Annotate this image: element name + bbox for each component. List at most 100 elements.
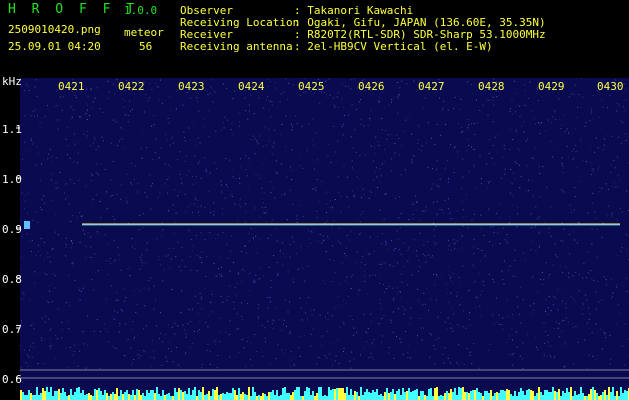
noise-pixel (394, 198, 396, 199)
noise-pixel (403, 130, 404, 132)
histogram-bar (110, 394, 112, 400)
noise-pixel (537, 291, 539, 293)
noise-pixel (131, 364, 133, 366)
noise-pixel (545, 262, 547, 264)
histogram-bar (46, 387, 48, 400)
noise-pixel (220, 296, 222, 298)
noise-pixel (397, 308, 399, 310)
noise-pixel (41, 163, 42, 165)
histogram-bar (534, 396, 536, 400)
noise-pixel (398, 291, 400, 293)
histogram-bar (28, 390, 30, 400)
histogram-bar (574, 391, 576, 400)
histogram-bar (438, 396, 440, 400)
noise-pixel (525, 140, 527, 142)
noise-pixel (332, 365, 333, 367)
noise-pixel (192, 175, 194, 177)
histogram-bar (624, 390, 626, 400)
noise-pixel (545, 299, 547, 301)
noise-pixel (450, 218, 452, 220)
noise-pixel (180, 178, 182, 180)
noise-pixel (31, 115, 33, 117)
histogram-bar (584, 396, 586, 400)
noise-pixel (30, 325, 32, 326)
noise-pixel (379, 302, 381, 304)
histogram-bar (158, 394, 160, 400)
noise-pixel (158, 99, 160, 101)
noise-pixel (77, 216, 79, 218)
noise-pixel (342, 83, 343, 85)
noise-pixel (185, 212, 186, 213)
noise-pixel (603, 331, 605, 333)
histogram-bar (424, 395, 426, 400)
noise-pixel (209, 172, 211, 174)
noise-pixel (361, 197, 362, 199)
noise-pixel (21, 298, 23, 300)
noise-pixel (583, 262, 585, 264)
histogram-bar (500, 390, 502, 400)
noise-pixel (378, 96, 380, 98)
noise-pixel (219, 257, 221, 259)
noise-pixel (241, 251, 243, 252)
info-value-antenna: : 2el-HB9CV Vertical (el. E-W) (294, 40, 493, 53)
noise-pixel (249, 272, 251, 274)
noise-pixel (178, 191, 180, 193)
noise-pixel (381, 318, 383, 319)
noise-pixel (489, 139, 491, 141)
noise-pixel (115, 89, 117, 91)
noise-pixel (523, 299, 524, 301)
noise-pixel (90, 201, 92, 203)
noise-pixel (589, 313, 591, 315)
noise-pixel (50, 328, 52, 330)
noise-pixel (238, 273, 240, 275)
noise-pixel (398, 239, 399, 240)
noise-pixel (77, 162, 78, 164)
noise-pixel (397, 293, 399, 295)
noise-pixel (166, 360, 168, 362)
noise-pixel (530, 213, 532, 215)
noise-pixel (359, 155, 361, 157)
noise-pixel (360, 119, 362, 121)
noise-pixel (499, 243, 501, 245)
noise-pixel (564, 344, 566, 345)
noise-pixel (164, 183, 166, 185)
noise-pixel (471, 84, 473, 86)
noise-pixel (200, 296, 202, 298)
histogram-bar (348, 395, 350, 400)
noise-pixel (44, 339, 46, 341)
noise-pixel (24, 349, 26, 351)
noise-pixel (473, 213, 475, 215)
histogram-bar (626, 391, 628, 400)
noise-pixel (215, 238, 217, 239)
noise-pixel (521, 125, 523, 127)
noise-pixel (166, 139, 168, 141)
noise-pixel (204, 239, 206, 241)
noise-pixel (31, 356, 33, 358)
noise-pixel (515, 130, 517, 132)
noise-pixel (411, 133, 413, 135)
noise-pixel (416, 201, 417, 203)
noise-pixel (534, 147, 536, 149)
noise-pixel (448, 178, 450, 180)
noise-pixel (526, 138, 528, 140)
noise-pixel (433, 229, 435, 231)
noise-pixel (232, 169, 234, 171)
noise-pixel (591, 278, 593, 280)
noise-pixel (51, 301, 53, 303)
noise-pixel (49, 346, 51, 348)
noise-pixel (49, 256, 51, 257)
noise-pixel (538, 216, 540, 218)
noise-pixel (153, 351, 155, 353)
histogram-bar (164, 395, 166, 400)
noise-pixel (59, 96, 61, 98)
noise-pixel (170, 166, 172, 168)
noise-pixel (48, 285, 50, 287)
histogram-bar (412, 391, 414, 400)
noise-pixel (283, 253, 284, 254)
noise-pixel (505, 240, 507, 241)
noise-pixel (383, 218, 385, 220)
noise-pixel (351, 104, 353, 106)
freq-tick: 0.7 (2, 323, 22, 336)
noise-pixel (68, 320, 70, 322)
noise-pixel (236, 283, 238, 284)
